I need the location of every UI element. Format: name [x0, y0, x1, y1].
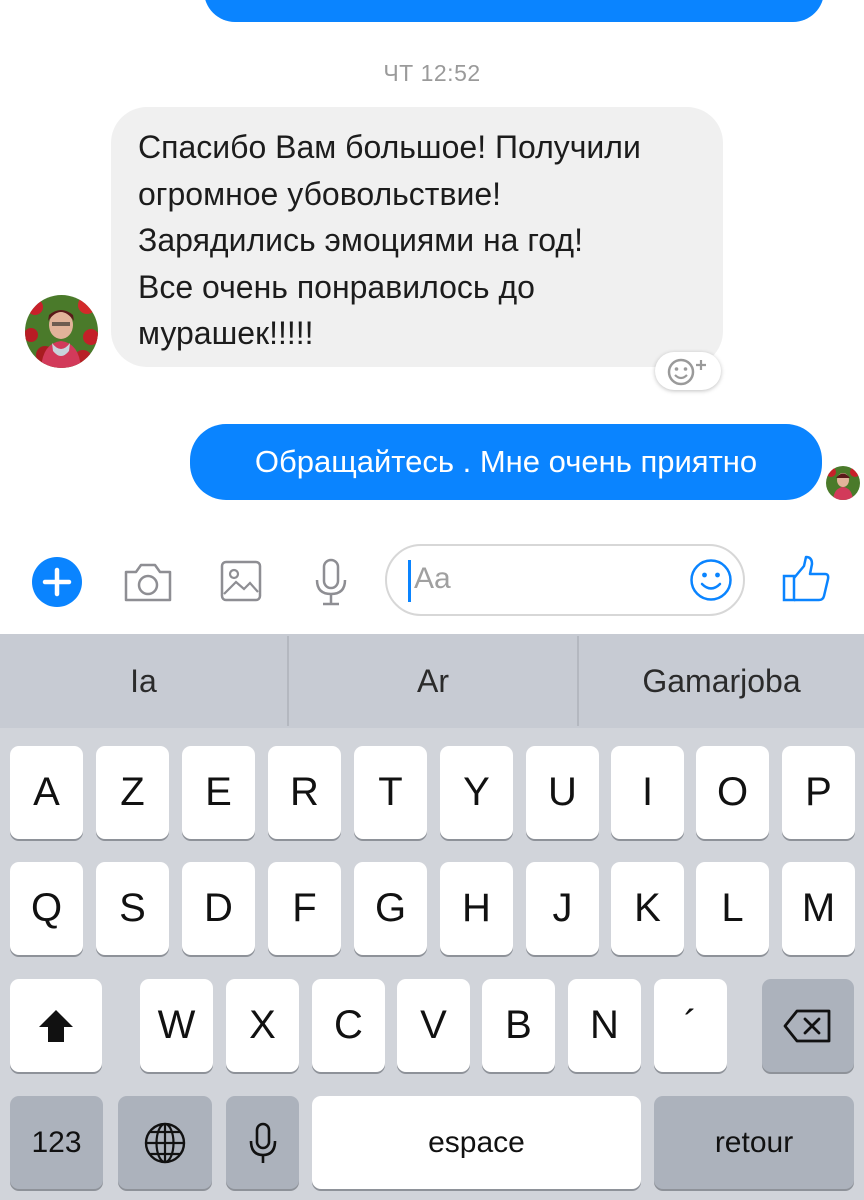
numbers-key[interactable]: 123 — [10, 1096, 103, 1189]
thumbs-up-button[interactable] — [780, 554, 832, 606]
key-x[interactable]: X — [226, 979, 299, 1072]
return-key[interactable]: retour — [654, 1096, 854, 1189]
key-v[interactable]: V — [397, 979, 470, 1072]
suggestion-3[interactable]: Gamarjoba — [579, 634, 864, 728]
microphone-icon — [249, 1122, 276, 1163]
key-f[interactable]: F — [268, 862, 341, 955]
suggestion-2[interactable]: Ar — [289, 634, 577, 728]
message-input-placeholder: Aa — [414, 562, 451, 595]
key-y[interactable]: Y — [440, 746, 513, 839]
dictation-key[interactable] — [226, 1096, 299, 1189]
backspace-icon — [783, 1009, 831, 1042]
key-j[interactable]: J — [526, 862, 599, 955]
outgoing-message-bubble[interactable]: Обращайтесь . Мне очень приятно — [190, 424, 822, 500]
incoming-message-text: Спасибо Вам большое! Получили огромное у… — [138, 129, 641, 351]
key-c[interactable]: C — [312, 979, 385, 1072]
text-cursor — [408, 560, 411, 602]
key-accent[interactable]: ´ — [654, 979, 727, 1072]
previous-outgoing-message[interactable] — [204, 0, 824, 22]
emoji-button[interactable] — [689, 558, 733, 602]
plus-icon — [42, 567, 72, 597]
add-reaction-button[interactable] — [655, 352, 721, 390]
message-timestamp: ЧТ 12:52 — [383, 60, 481, 86]
key-l[interactable]: L — [696, 862, 769, 955]
key-k[interactable]: K — [611, 862, 684, 955]
key-r[interactable]: R — [268, 746, 341, 839]
camera-icon — [124, 563, 172, 602]
key-z[interactable]: Z — [96, 746, 169, 839]
shift-key[interactable] — [10, 979, 102, 1072]
backspace-key[interactable] — [762, 979, 854, 1072]
key-q[interactable]: Q — [10, 862, 83, 955]
key-h[interactable]: H — [440, 862, 513, 955]
key-g[interactable]: G — [354, 862, 427, 955]
read-receipt-avatar — [826, 466, 860, 500]
add-reaction-icon — [667, 358, 706, 386]
key-a[interactable]: A — [10, 746, 83, 839]
key-b[interactable]: B — [482, 979, 555, 1072]
shift-icon — [39, 1009, 73, 1042]
emoji-icon — [690, 559, 732, 601]
microphone-icon — [315, 558, 347, 606]
key-s[interactable]: S — [96, 862, 169, 955]
key-d[interactable]: D — [182, 862, 255, 955]
key-i[interactable]: I — [611, 746, 684, 839]
more-actions-button[interactable] — [32, 557, 82, 607]
outgoing-message-text: Обращайтесь . Мне очень приятно — [254, 444, 758, 479]
space-key[interactable]: espace — [312, 1096, 641, 1189]
camera-button[interactable] — [122, 556, 174, 608]
globe-icon — [144, 1122, 186, 1163]
voice-message-button[interactable] — [305, 556, 357, 608]
key-e[interactable]: E — [182, 746, 255, 839]
key-m[interactable]: M — [782, 862, 855, 955]
image-icon — [220, 560, 262, 602]
key-t[interactable]: T — [354, 746, 427, 839]
key-p[interactable]: P — [782, 746, 855, 839]
key-n[interactable]: N — [568, 979, 641, 1072]
key-o[interactable]: O — [696, 746, 769, 839]
key-u[interactable]: U — [526, 746, 599, 839]
thumbs-up-icon — [782, 555, 830, 602]
globe-key[interactable] — [118, 1096, 212, 1189]
gallery-button[interactable] — [216, 556, 268, 608]
contact-avatar[interactable] — [25, 295, 98, 368]
suggestion-1[interactable]: Ia — [0, 634, 287, 728]
key-w[interactable]: W — [140, 979, 213, 1072]
